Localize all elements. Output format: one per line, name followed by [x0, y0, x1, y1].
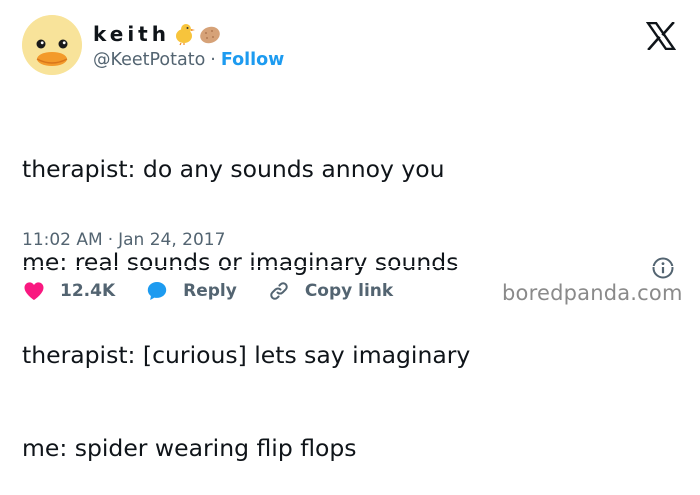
separator: ·: [210, 50, 216, 70]
avatar[interactable]: [22, 15, 82, 75]
reply-label: Reply: [183, 281, 237, 301]
link-icon: [270, 282, 288, 300]
reply-bubble-icon: [147, 282, 167, 300]
author-handle[interactable]: @KeetPotato: [93, 50, 205, 70]
tweet-date: Jan 24, 2017: [118, 230, 226, 250]
display-name-text: keith: [93, 22, 170, 46]
tweet-time: 11:02 AM: [22, 230, 103, 250]
chick-emoji-icon: [172, 22, 196, 46]
copy-link-label: Copy link: [304, 281, 394, 301]
tweet-actions: 12.4K Reply Copy link: [22, 277, 423, 305]
heart-icon: [24, 282, 44, 300]
tweet-line: me: spider wearing flip flops: [22, 434, 357, 462]
tweet-timestamp[interactable]: 11:02 AM · Jan 24, 2017: [22, 228, 225, 252]
like-button[interactable]: 12.4K: [22, 279, 115, 303]
x-logo-icon[interactable]: [645, 21, 677, 51]
reply-button[interactable]: Reply: [145, 279, 237, 303]
copy-link-button[interactable]: Copy link: [267, 279, 393, 303]
author-display-name[interactable]: keith: [93, 20, 222, 48]
divider: [22, 266, 678, 267]
watermark: boredpanda.com: [502, 281, 683, 305]
tweet-line: therapist: do any sounds annoy you: [22, 155, 445, 183]
duck-avatar-image: [22, 15, 82, 75]
separator: ·: [107, 230, 114, 250]
follow-button[interactable]: Follow: [221, 50, 284, 70]
info-icon[interactable]: [651, 256, 675, 280]
potato-emoji-icon: [198, 22, 222, 46]
author-handle-line: @KeetPotato · Follow: [93, 48, 284, 72]
tweet-line: therapist: [curious] lets say imaginary: [22, 341, 471, 369]
like-count: 12.4K: [60, 281, 116, 301]
